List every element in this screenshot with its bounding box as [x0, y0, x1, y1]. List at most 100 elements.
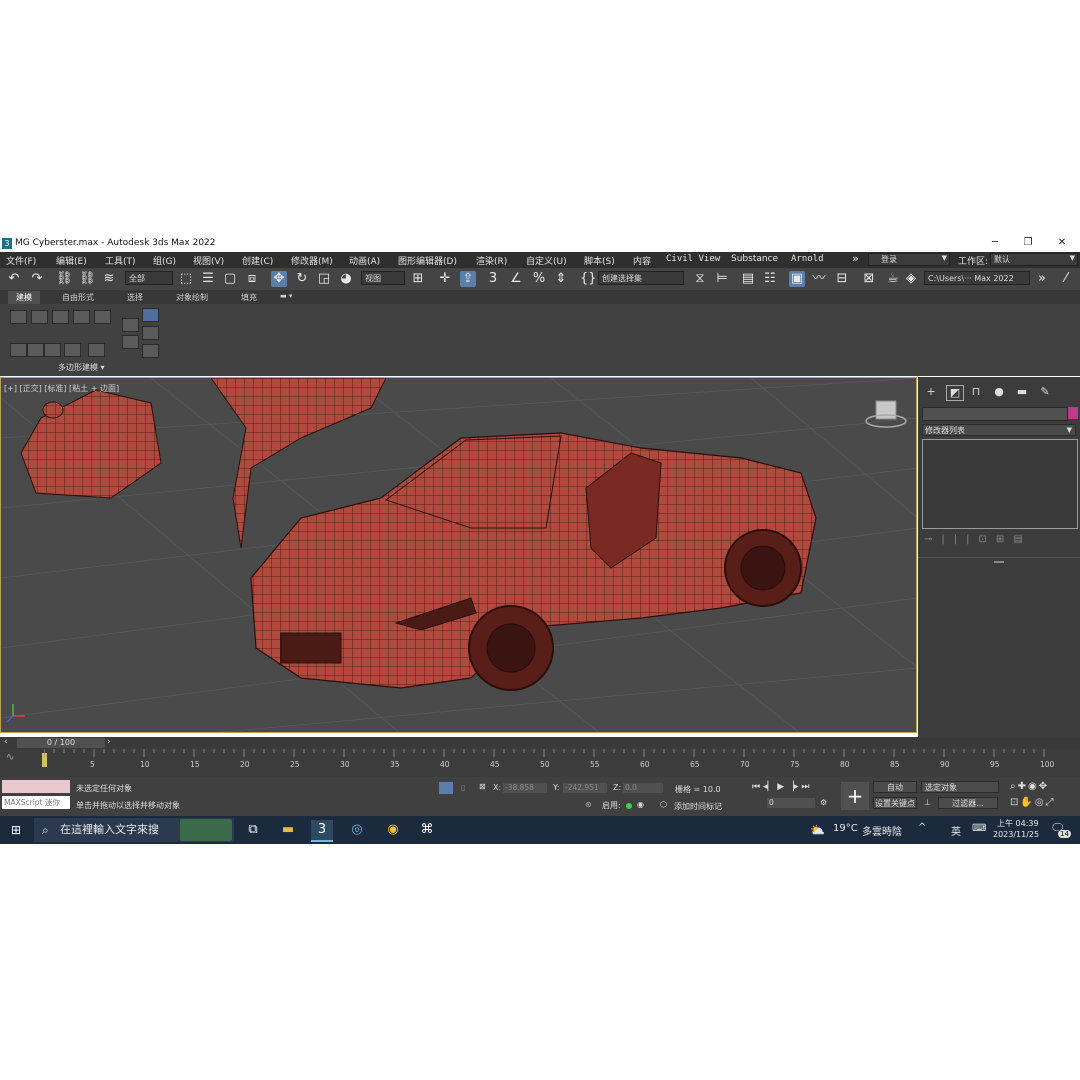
- key-mode-toggle-icon[interactable]: ⊥: [924, 798, 931, 807]
- frame-indicator[interactable]: 0 / 100: [17, 738, 105, 748]
- utilities-icon[interactable]: ✎: [1037, 385, 1053, 399]
- object-name-field[interactable]: [922, 407, 1068, 421]
- menu-arnold[interactable]: Arnold: [791, 254, 824, 264]
- time-next-icon[interactable]: ›: [107, 737, 111, 747]
- capcut-icon[interactable]: ⌘: [416, 820, 438, 840]
- named-selection-dropdown[interactable]: 创建选择集: [598, 271, 684, 285]
- restore-button[interactable]: ❐: [1018, 237, 1038, 248]
- chrome-icon[interactable]: ◉: [382, 820, 404, 840]
- auto-key-button[interactable]: 自动: [873, 781, 917, 793]
- lock-selection-icon[interactable]: ▯: [461, 783, 465, 792]
- layer-explorer-icon[interactable]: ☷: [762, 271, 778, 287]
- ribbon-toggle-icon[interactable]: ▣: [789, 271, 805, 287]
- adaptive-degradation-icon[interactable]: ⊛: [585, 800, 592, 809]
- select-and-move-icon[interactable]: ✥: [271, 271, 287, 287]
- maxscript-mini-input[interactable]: MAXScript 迷你: [2, 796, 70, 809]
- time-config-icon[interactable]: ⚙: [820, 798, 827, 807]
- select-object-icon[interactable]: ⬚: [178, 271, 194, 287]
- display-icon[interactable]: ▬: [1014, 385, 1030, 399]
- ribbon-tab-modeling[interactable]: 建模: [8, 291, 40, 304]
- vertex-mode-icon[interactable]: [10, 310, 27, 324]
- render-setup-icon[interactable]: ☕: [885, 271, 901, 287]
- viewport-navigation-icons[interactable]: ⌕✚◉✥: [1010, 781, 1049, 792]
- hierarchy-icon[interactable]: ⊓: [968, 385, 984, 399]
- polygon-mode-icon[interactable]: [73, 310, 90, 324]
- absolute-mode-icon[interactable]: ⊠: [479, 782, 486, 791]
- panel-resize-handle[interactable]: [994, 561, 1004, 563]
- z-coordinate-field[interactable]: 0.0: [623, 783, 663, 793]
- add-time-tag-button[interactable]: 添加时间标记: [674, 801, 722, 812]
- ribbon-tab-object-paint[interactable]: 对象绘制: [168, 291, 216, 304]
- collapse-stack-icon[interactable]: [64, 343, 81, 357]
- playback-controls-icon[interactable]: ⏮ ◂▏ ▶ ▕▸ ⏭: [752, 782, 809, 792]
- track-bar[interactable]: ∿ 5 10 15 20 25 30 35 40 45 50 55 60 65 70 75 80 85 90 95 1…: [0, 749, 1080, 777]
- ribbon-tab-populate[interactable]: 填充: [233, 291, 265, 304]
- modify-mode-icon[interactable]: [10, 343, 27, 357]
- angle-snap-icon[interactable]: ∠: [508, 271, 524, 287]
- modifier-stack[interactable]: [922, 439, 1078, 529]
- input-method-indicator[interactable]: 英: [951, 823, 961, 838]
- curve-editor-mini-icon[interactable]: ∿: [6, 752, 14, 763]
- menu-graph-editors[interactable]: 图形编辑器(D): [398, 254, 457, 267]
- undo-icon[interactable]: ↶: [6, 271, 22, 287]
- menu-rendering[interactable]: 渲染(R): [476, 254, 507, 267]
- select-and-rotate-icon[interactable]: ↻: [294, 271, 310, 287]
- select-by-name-icon[interactable]: ☰: [200, 271, 216, 287]
- ribbon-options-icon[interactable]: [142, 344, 159, 358]
- selection-lock-icon[interactable]: ◉: [637, 800, 644, 809]
- weather-icon[interactable]: ⛅: [810, 823, 825, 837]
- toolbar-end-icon[interactable]: ⁄: [1058, 271, 1074, 287]
- select-and-scale-icon[interactable]: ◲: [316, 271, 332, 287]
- weather-temperature[interactable]: 19°C: [833, 823, 858, 834]
- time-tag-icon[interactable]: ⬡: [660, 800, 667, 809]
- link-icon[interactable]: ⛓: [56, 271, 73, 287]
- menu-substance[interactable]: Substance: [731, 254, 778, 264]
- login-dropdown[interactable]: 登录 ▼: [868, 253, 950, 266]
- time-slider[interactable]: ‹ 0 / 100 ›: [0, 737, 1080, 749]
- polygon-modeling-panel-label[interactable]: 多边形建模 ▾: [58, 362, 105, 373]
- clock-time[interactable]: 上午 04:39: [997, 818, 1039, 829]
- filters-button[interactable]: 过滤器...: [938, 797, 998, 809]
- current-frame-field[interactable]: 0: [767, 798, 815, 808]
- selection-filter-dropdown[interactable]: 全部: [125, 271, 173, 285]
- menu-file[interactable]: 文件(F): [6, 254, 36, 267]
- viewport-navigation-icons-2[interactable]: ⊡✋◎⤢: [1010, 797, 1056, 808]
- menu-modifiers[interactable]: 修改器(M): [291, 254, 333, 267]
- menu-views[interactable]: 视图(V): [193, 254, 224, 267]
- menu-group[interactable]: 组(G): [153, 254, 176, 267]
- file-explorer-icon[interactable]: ▬: [277, 820, 299, 840]
- close-button[interactable]: ✕: [1052, 237, 1072, 248]
- render-icon[interactable]: ◈: [903, 271, 919, 287]
- motion-icon[interactable]: ●: [991, 385, 1007, 399]
- isolate-selection-icon[interactable]: [439, 782, 453, 794]
- select-manipulate-icon[interactable]: ✛: [437, 271, 453, 287]
- pivot-center-icon[interactable]: ⊞: [410, 271, 426, 287]
- maxscript-listener-field[interactable]: [2, 780, 70, 793]
- menu-customize[interactable]: 自定义(U): [526, 254, 567, 267]
- element-mode-icon[interactable]: [94, 310, 111, 324]
- redo-icon[interactable]: ↷: [29, 271, 45, 287]
- preserve-uvs-icon[interactable]: [122, 318, 139, 332]
- stack-up-icon[interactable]: [27, 343, 44, 357]
- stack-down-icon[interactable]: [44, 343, 61, 357]
- chevron-up-icon[interactable]: ^: [918, 822, 926, 833]
- object-color-swatch[interactable]: [1068, 407, 1078, 419]
- menu-civil-view[interactable]: Civil View: [666, 254, 720, 264]
- modifier-list-dropdown[interactable]: 修改器列表 ▼: [922, 424, 1076, 436]
- edit-named-selection-icon[interactable]: {}: [580, 271, 597, 287]
- toolbar-more-chevron-icon[interactable]: »: [1034, 271, 1050, 287]
- schematic-view-icon[interactable]: ⊟: [834, 271, 850, 287]
- border-mode-icon[interactable]: [52, 310, 69, 324]
- plus-icon[interactable]: +: [923, 385, 939, 399]
- use-soft-selection-icon[interactable]: [142, 326, 159, 340]
- ribbon-options-icon[interactable]: ▬ ▾: [272, 291, 300, 301]
- set-key-mode-button[interactable]: 设置关键点: [873, 797, 917, 809]
- stack-tools-icons[interactable]: ⊸|||⊡⊞▤: [924, 534, 1032, 545]
- ribbon-tab-freeform[interactable]: 自由形式: [54, 291, 102, 304]
- unlink-icon[interactable]: ⛓: [79, 271, 96, 287]
- percent-snap-icon[interactable]: %: [531, 271, 547, 287]
- menu-content[interactable]: 内容: [633, 254, 651, 267]
- pin-stack-icon[interactable]: [142, 308, 159, 322]
- project-folder-dropdown[interactable]: C:\Users\··· Max 2022: [924, 271, 1030, 285]
- x-coordinate-field[interactable]: -38.858: [503, 783, 547, 793]
